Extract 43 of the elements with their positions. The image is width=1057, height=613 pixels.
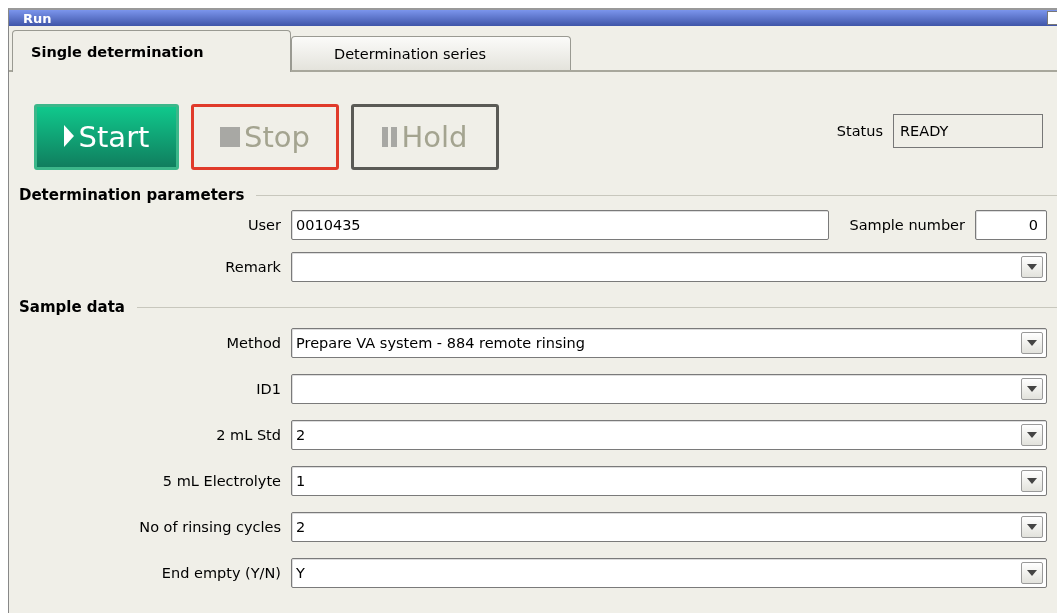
- dropdown-button[interactable]: [1021, 470, 1043, 492]
- status-label: Status: [836, 123, 883, 139]
- number-field[interactable]: 0: [975, 210, 1047, 240]
- dropdown-button[interactable]: [1021, 516, 1043, 538]
- caret-icon: [1027, 340, 1037, 346]
- field-label: Sample number: [849, 217, 965, 233]
- text-field[interactable]: 0010435: [291, 210, 830, 240]
- dropdown-button[interactable]: [1021, 332, 1043, 354]
- caret-icon: [1027, 570, 1037, 576]
- field-label: 5 mL Electrolyte: [161, 473, 281, 489]
- dropdown-field[interactable]: 1: [291, 466, 1047, 496]
- caret-icon: [1027, 386, 1037, 392]
- caret-icon: [1027, 432, 1037, 438]
- dropdown-field[interactable]: Prepare VA system - 884 remote rinsing: [291, 328, 1047, 358]
- dropdown-button[interactable]: [1021, 562, 1043, 584]
- dropdown-field[interactable]: 2: [291, 512, 1047, 542]
- stop-icon: [220, 125, 241, 149]
- pause-icon: [382, 125, 398, 149]
- caret-icon: [1027, 264, 1037, 270]
- window-title: Run: [23, 10, 52, 26]
- caret-icon: [1027, 524, 1037, 530]
- section-heading: Determination parameters: [19, 186, 245, 204]
- dropdown-field[interactable]: Y: [291, 558, 1047, 588]
- field-label: End empty (Y/N): [160, 565, 281, 581]
- dropdown-field[interactable]: [291, 252, 1047, 282]
- tab[interactable]: Determination series: [291, 36, 571, 70]
- caret-icon: [1027, 478, 1037, 484]
- play-icon: [63, 125, 75, 149]
- status-field: READY: [893, 114, 1043, 148]
- field-label: User: [246, 217, 281, 233]
- field-label: 2 mL Std: [215, 427, 281, 443]
- dropdown-field[interactable]: 2: [291, 420, 1047, 450]
- section-heading: Sample data: [19, 298, 125, 316]
- dropdown-button[interactable]: [1021, 424, 1043, 446]
- tab[interactable]: Single determination: [12, 30, 291, 72]
- field-label: No of rinsing cycles: [138, 519, 281, 535]
- field-label: Method: [225, 335, 281, 351]
- dropdown-button[interactable]: [1021, 256, 1043, 278]
- window-button-icon: [1047, 11, 1057, 25]
- field-label: ID1: [255, 381, 281, 397]
- dropdown-field[interactable]: [291, 374, 1047, 404]
- dropdown-button[interactable]: [1021, 378, 1043, 400]
- field-label: Remark: [224, 259, 281, 275]
